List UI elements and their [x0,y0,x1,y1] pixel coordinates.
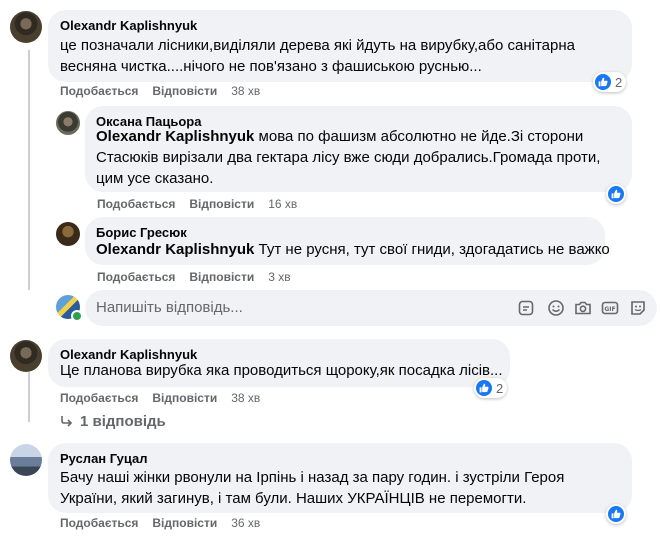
reply-input[interactable]: Напишіть відповідь... GIF [85,290,657,326]
online-status-dot [71,310,83,322]
comment-actions: Подобається Відповісти 16 хв [97,197,311,211]
comment-text: Бачу наші жінки рвонули на Ірпінь і наза… [60,469,565,507]
like-button[interactable]: Подобається [60,391,138,405]
comment-author[interactable]: Борис Гресюк [96,225,187,240]
reaction-count[interactable]: 2 [474,378,508,398]
avatar-sticker-icon[interactable] [629,299,647,317]
comment-time[interactable]: 38 хв [231,391,260,405]
comment-text: це позначали лісники,виділяли дерева які… [60,37,575,75]
reply-button[interactable]: Відповісти [189,270,254,284]
avatar[interactable] [56,111,80,135]
thread-line [28,372,30,422]
like-button[interactable]: Подобається [97,270,175,284]
comment-time[interactable]: 16 хв [268,197,297,211]
comment-time[interactable]: 3 хв [268,270,290,284]
comment-bubble: Борис Гресюк Olexandr Kaplishnyuk Тут не… [85,217,610,265]
comment-bubble: Olexandr Kaplishnyuk це позначали лісник… [48,10,632,82]
reaction-count[interactable]: 2 [593,72,627,92]
mention-link[interactable]: Olexandr Kaplishnyuk [96,241,254,258]
comment-bubble: Оксана Пацьора Olexandr Kaplishnyuk мова… [85,106,632,192]
view-replies-button[interactable]: 1 відповідь [80,413,166,430]
reaction-number: 2 [496,380,504,396]
thumbs-up-icon [608,186,624,202]
avatar[interactable] [10,444,42,476]
emoji-icon[interactable] [547,299,565,317]
avatar[interactable] [10,11,42,43]
like-button[interactable]: Подобається [97,197,175,211]
comment-bubble: Olexandr Kaplishnyuk Це планова вирубка … [48,339,510,387]
thumbs-up-icon [608,506,624,522]
comment-time[interactable]: 38 хв [231,84,260,98]
comment-actions: Подобається Відповісти 38 хв [60,391,274,405]
avatar[interactable] [10,340,42,372]
comment-actions: Подобається Відповісти 38 хв [60,84,274,98]
comment-text: Olexandr Kaplishnyuk Тут не русня, тут с… [96,239,610,260]
comment-time[interactable]: 36 хв [231,516,260,530]
svg-text:GIF: GIF [604,306,615,313]
like-button[interactable]: Подобається [60,84,138,98]
thumbs-up-icon [595,74,611,90]
reaction-count[interactable] [606,184,626,204]
comment-actions: Подобається Відповісти 3 хв [97,270,305,284]
sticker-icon[interactable] [517,299,535,317]
comment-author[interactable]: Руслан Гуцал [60,451,148,466]
comment-actions: Подобається Відповісти 36 хв [60,516,274,530]
reply-arrow-icon [61,416,73,427]
like-button[interactable]: Подобається [60,516,138,530]
reply-button[interactable]: Відповісти [152,391,217,405]
reply-button[interactable]: Відповісти [152,516,217,530]
comment-bubble: Руслан Гуцал Бачу наші жінки рвонули на … [48,443,632,513]
comment-text: Olexandr Kaplishnyuk мова по фашизм абсо… [96,126,601,189]
reaction-number: 2 [615,74,623,90]
comment-author[interactable]: Olexandr Kaplishnyuk [60,18,197,33]
reply-button[interactable]: Відповісти [152,84,217,98]
thread-line [28,50,30,290]
avatar[interactable] [56,222,80,246]
camera-icon[interactable] [574,299,592,317]
reply-button[interactable]: Відповісти [189,197,254,211]
reply-placeholder: Напишіть відповідь... [96,299,243,316]
thumbs-up-icon [476,380,492,396]
comment-body: Тут не русня, тут свої гниди, здогадатис… [254,241,610,258]
reaction-count[interactable] [606,504,626,524]
comment-text: Це планова вирубка яка проводиться щорок… [60,362,503,379]
gif-icon[interactable]: GIF [601,299,619,317]
mention-link[interactable]: Olexandr Kaplishnyuk [96,128,254,145]
